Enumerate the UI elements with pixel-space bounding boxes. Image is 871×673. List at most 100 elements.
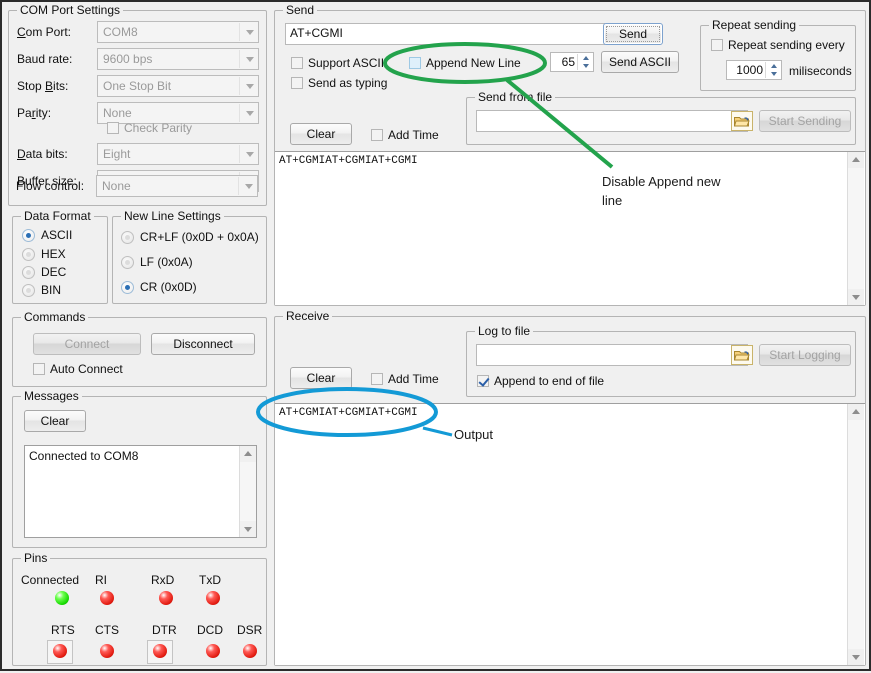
- checkbox-box: [107, 122, 119, 134]
- new-line-settings-group: New Line Settings CR+LF (0x0D + 0x0A) LF…: [112, 216, 267, 304]
- send-clear-label: Clear: [307, 128, 336, 140]
- send-command-input[interactable]: AT+CGMI: [285, 23, 605, 45]
- spinner-up-icon[interactable]: [767, 62, 780, 70]
- combo-divider: [239, 23, 240, 41]
- pin-label-cts: CTS: [95, 623, 119, 637]
- checkbox-receive-add-time-label: Add Time: [388, 372, 439, 386]
- scroll-down-icon[interactable]: [240, 521, 256, 537]
- radio-data-format-hex[interactable]: HEX: [22, 247, 66, 261]
- pin-led-txd: [206, 591, 220, 605]
- checkbox-box: [291, 57, 303, 69]
- radio-newline-crlf[interactable]: CR+LF (0x0D + 0x0A): [121, 230, 259, 244]
- new-line-settings-title: New Line Settings: [121, 209, 224, 223]
- checkbox-support-ascii[interactable]: Support ASCII: [291, 56, 384, 70]
- radio-data-format-dec[interactable]: DEC: [22, 265, 66, 279]
- scroll-up-icon[interactable]: [848, 404, 864, 420]
- combo-divider: [239, 50, 240, 68]
- disconnect-button[interactable]: Disconnect: [151, 333, 255, 355]
- folder-open-icon[interactable]: [731, 111, 753, 131]
- spinner-down-icon[interactable]: [767, 70, 780, 78]
- radio-newline-cr[interactable]: CR (0x0D): [121, 280, 197, 294]
- start-sending-button[interactable]: Start Sending: [759, 110, 851, 132]
- receive-log-scrollbar[interactable]: [847, 404, 864, 665]
- send-log-scrollbar[interactable]: [847, 152, 864, 305]
- annotation-blue-text: Output: [454, 426, 493, 445]
- radio-newline-lf[interactable]: LF (0x0A): [121, 255, 193, 269]
- send-from-file-group: Send from file Start Sending: [466, 97, 856, 145]
- repeat-sending-title: Repeat sending: [709, 18, 799, 32]
- pin-led-dsr: [243, 644, 257, 658]
- disconnect-button-label: Disconnect: [173, 338, 232, 350]
- repeat-sending-group: Repeat sending Repeat sending every 1000…: [700, 25, 856, 91]
- combo-stop-bits[interactable]: One Stop Bit: [97, 75, 259, 97]
- scroll-up-icon[interactable]: [240, 446, 256, 462]
- chevron-down-icon: [246, 57, 254, 62]
- log-to-file-path-input[interactable]: [476, 344, 748, 366]
- commands-group: Commands Connect Disconnect Auto Connect: [12, 317, 267, 387]
- combo-com-port[interactable]: COM8: [97, 21, 259, 43]
- combo-baud-rate[interactable]: 9600 bps: [97, 48, 259, 70]
- send-clear-button[interactable]: Clear: [290, 123, 352, 145]
- pin-led-dtr: [153, 644, 167, 658]
- checkbox-append-to-end-of-file[interactable]: Append to end of file: [477, 374, 604, 388]
- label-com-port: Com Port:: [17, 25, 71, 39]
- checkbox-repeat-sending[interactable]: Repeat sending every: [711, 38, 845, 52]
- start-logging-button[interactable]: Start Logging: [759, 344, 851, 366]
- checkbox-receive-add-time[interactable]: Add Time: [371, 372, 439, 386]
- spinner-up-icon[interactable]: [579, 54, 592, 62]
- checkbox-repeat-sending-label: Repeat sending every: [728, 38, 845, 52]
- radio-data-format-bin[interactable]: BIN: [22, 283, 61, 297]
- checkbox-check-parity[interactable]: Check Parity: [107, 121, 192, 135]
- messages-clear-button[interactable]: Clear: [24, 410, 86, 432]
- combo-flow-control[interactable]: None: [96, 175, 258, 197]
- send-from-file-path-input[interactable]: [476, 110, 748, 132]
- checkbox-auto-connect[interactable]: Auto Connect: [33, 362, 123, 376]
- receive-clear-button[interactable]: Clear: [290, 367, 352, 389]
- pin-label-rts: RTS: [51, 623, 75, 637]
- combo-divider: [239, 145, 240, 163]
- scroll-up-icon[interactable]: [848, 152, 864, 168]
- checkbox-support-ascii-label: Support ASCII: [308, 56, 384, 70]
- spinner-down-icon[interactable]: [579, 62, 592, 70]
- checkbox-send-add-time[interactable]: Add Time: [371, 128, 439, 142]
- label-baud-rate: Baud rate:: [17, 52, 72, 66]
- radio-label: CR+LF (0x0D + 0x0A): [140, 230, 259, 244]
- send-title: Send: [283, 3, 317, 17]
- combo-data-bits[interactable]: Eight: [97, 143, 259, 165]
- log-to-file-group: Log to file Start Logging Append to end …: [466, 331, 856, 397]
- scroll-down-icon[interactable]: [848, 649, 864, 665]
- char-count-value: 65: [562, 55, 575, 69]
- checkbox-append-new-line[interactable]: Append New Line: [409, 56, 521, 70]
- combo-divider: [238, 177, 239, 195]
- chevron-down-icon: [246, 30, 254, 35]
- send-button-label: Send: [619, 28, 647, 40]
- pin-label-connected: Connected: [21, 573, 79, 587]
- messages-scrollbar[interactable]: [239, 446, 256, 537]
- send-group: Send AT+CGMI Send 65 Send ASCII Support …: [274, 10, 866, 306]
- receive-log-pane[interactable]: AT+CGMIAT+CGMIAT+CGMI: [275, 403, 865, 665]
- radio-label: BIN: [41, 283, 61, 297]
- checkbox-send-as-typing-label: Send as typing: [308, 76, 387, 90]
- scroll-down-icon[interactable]: [848, 289, 864, 305]
- char-count-spinner[interactable]: 65: [550, 52, 594, 72]
- connect-button[interactable]: Connect: [33, 333, 141, 355]
- pin-led-connected: [55, 591, 69, 605]
- send-ascii-button[interactable]: Send ASCII: [601, 51, 679, 73]
- radio-circle: [22, 266, 35, 279]
- send-log-pane[interactable]: AT+CGMIAT+CGMIAT+CGMI: [275, 151, 865, 305]
- pin-label-dcd: DCD: [197, 623, 223, 637]
- annotation-green-text: Disable Append new line: [602, 173, 772, 211]
- folder-open-icon[interactable]: [731, 345, 753, 365]
- checkbox-send-as-typing[interactable]: Send as typing: [291, 76, 387, 90]
- send-button[interactable]: Send: [603, 23, 663, 45]
- checkbox-send-add-time-label: Add Time: [388, 128, 439, 142]
- radio-circle: [121, 231, 134, 244]
- chevron-down-icon: [246, 152, 254, 157]
- pins-group: Pins Connected RI RxD TxD RTS CTS DTR DC…: [12, 558, 267, 666]
- radio-data-format-ascii[interactable]: ASCII: [22, 228, 72, 242]
- folder-open-glyph: [734, 349, 750, 362]
- start-sending-label: Start Sending: [769, 115, 842, 127]
- send-from-file-title: Send from file: [475, 90, 555, 104]
- messages-log-pane[interactable]: Connected to COM8: [24, 445, 257, 538]
- repeat-interval-spinner[interactable]: 1000: [726, 60, 782, 80]
